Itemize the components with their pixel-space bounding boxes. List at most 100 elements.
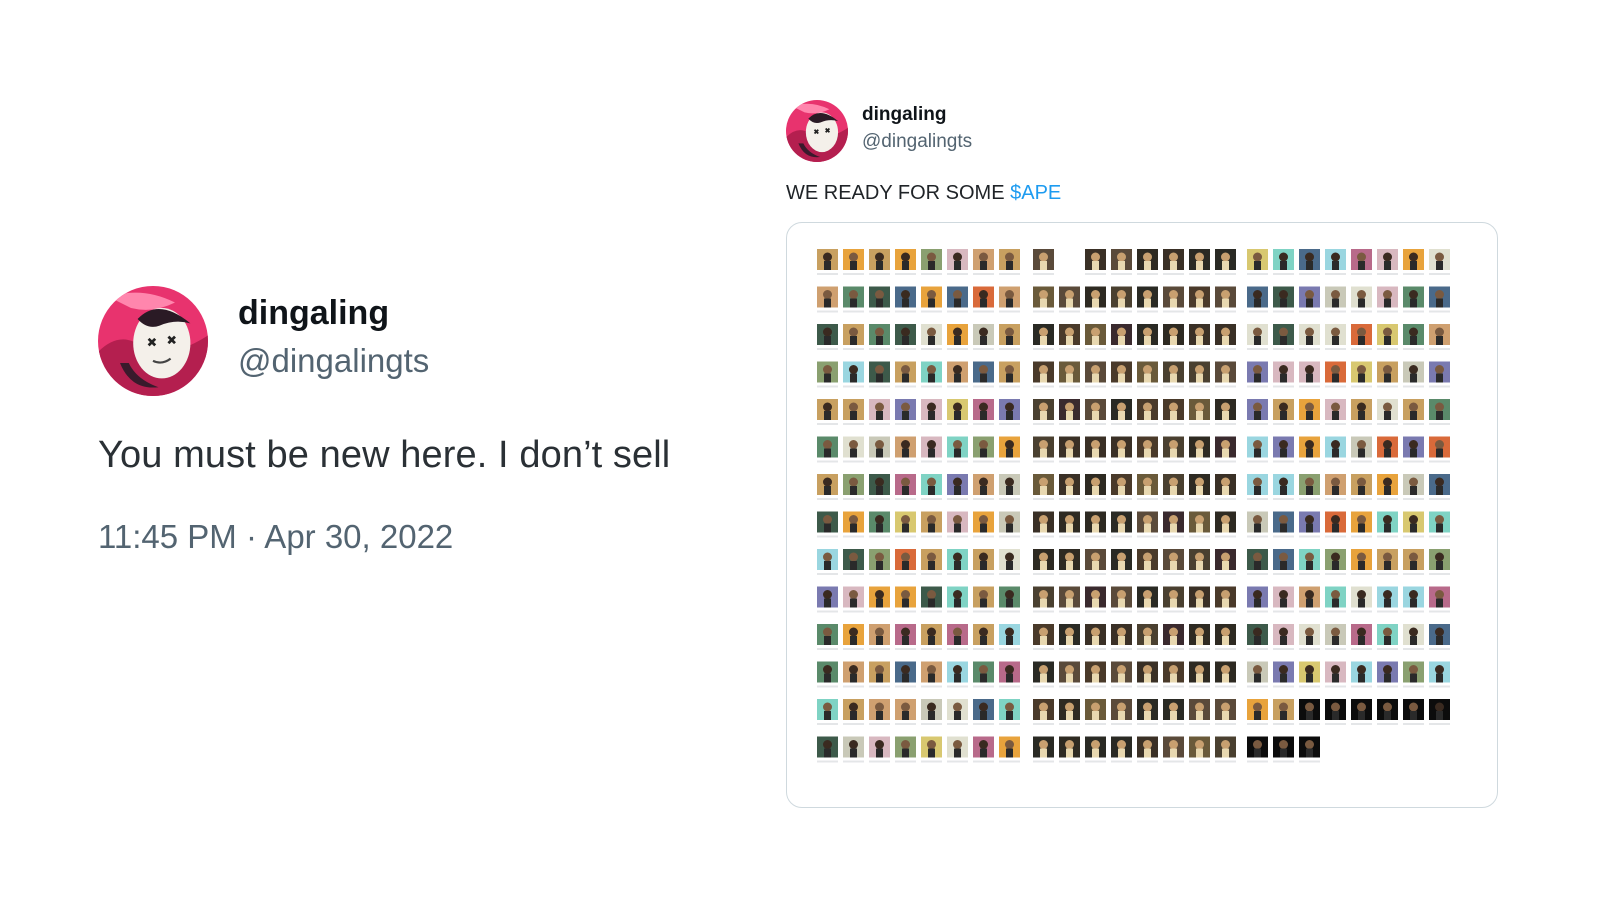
- ape-head: [875, 552, 884, 562]
- cashtag-link[interactable]: $APE: [1010, 182, 1061, 204]
- ape-head: [875, 665, 884, 674]
- nft-caption-line: [895, 385, 916, 388]
- nft-caption-line: [1325, 310, 1346, 313]
- ape-body: [850, 261, 857, 270]
- nft-caption-line: [1351, 385, 1372, 388]
- ape-head: [1005, 590, 1014, 599]
- nft-caption-line: [843, 423, 864, 425]
- ape-head: [1279, 515, 1288, 524]
- ape-body: [902, 748, 909, 758]
- ape-head: [927, 552, 936, 562]
- ape-head: [1091, 365, 1100, 374]
- ape-body: [1144, 523, 1151, 533]
- ape-head: [979, 252, 988, 262]
- ape-head: [1435, 477, 1444, 487]
- ape-body: [1410, 598, 1417, 608]
- ape-body: [1066, 448, 1073, 458]
- ape-body: [1254, 298, 1261, 308]
- ape-body: [1254, 411, 1261, 420]
- ape-body: [954, 261, 961, 270]
- nft-caption-line: [869, 498, 890, 500]
- ape-body: [1280, 298, 1287, 308]
- nft-caption-line: [1189, 535, 1210, 538]
- nft-caption-line: [921, 685, 942, 688]
- nft-caption-line: [1215, 760, 1236, 763]
- ape-head: [1357, 665, 1366, 674]
- ape-body: [1118, 598, 1125, 608]
- nft-caption-line: [1059, 348, 1080, 350]
- nft-caption-line: [1163, 610, 1184, 613]
- ape-body: [1144, 448, 1151, 458]
- ape-body: [1306, 486, 1313, 495]
- ape-head: [1221, 440, 1230, 449]
- ape-body: [1040, 411, 1047, 420]
- nft-caption-line: [1085, 648, 1106, 650]
- ape-head: [1331, 365, 1340, 374]
- ape-head: [1383, 590, 1392, 599]
- pfp-avatar-icon[interactable]: [786, 100, 848, 162]
- nft-caption-line: [973, 348, 994, 350]
- ape-head: [1409, 402, 1418, 412]
- display-name[interactable]: dingaling: [238, 294, 389, 333]
- ape-body: [1196, 261, 1203, 270]
- ape-head: [901, 740, 910, 749]
- nft-caption-line: [973, 460, 994, 463]
- nft-caption-line: [843, 385, 864, 388]
- nft-caption-line: [1163, 760, 1184, 763]
- nft-caption-line: [817, 685, 838, 688]
- ape-head: [1117, 702, 1126, 712]
- nft-caption-line: [1059, 760, 1080, 763]
- ape-body: [1066, 523, 1073, 533]
- ape-head: [901, 515, 910, 524]
- nft-caption-line: [1351, 273, 1372, 275]
- user-handle[interactable]: @dingalingts: [862, 131, 972, 153]
- nft-caption-line: [973, 610, 994, 613]
- ape-head: [1091, 290, 1100, 299]
- ape-head: [1435, 252, 1444, 262]
- nft-caption-line: [817, 273, 838, 275]
- nft-caption-line: [1299, 723, 1320, 725]
- display-name[interactable]: dingaling: [862, 104, 946, 126]
- ape-body: [954, 486, 961, 495]
- ape-head: [1305, 740, 1314, 749]
- ape-body: [1092, 748, 1099, 758]
- ape-body: [876, 561, 883, 570]
- nft-caption-line: [843, 648, 864, 650]
- ape-body: [1222, 523, 1229, 533]
- nft-caption-line: [999, 685, 1020, 688]
- ape-head: [1091, 552, 1100, 562]
- ape-head: [1169, 552, 1178, 562]
- ape-body: [902, 373, 909, 383]
- ape-body: [1384, 298, 1391, 308]
- ape-body: [1196, 373, 1203, 383]
- ape-head: [1117, 740, 1126, 749]
- nft-caption-line: [947, 273, 968, 275]
- user-handle[interactable]: @dingalingts: [238, 342, 429, 380]
- ape-head: [823, 402, 832, 412]
- ape-head: [1195, 552, 1204, 562]
- ape-head: [953, 440, 962, 449]
- ape-head: [1005, 440, 1014, 449]
- pfp-avatar-icon[interactable]: [98, 286, 208, 396]
- nft-caption-line: [999, 460, 1020, 463]
- ape-body: [980, 673, 987, 683]
- ape-head: [1279, 665, 1288, 674]
- ape-head: [1331, 327, 1340, 337]
- ape-body: [1040, 711, 1047, 720]
- ape-head: [1305, 515, 1314, 524]
- ape-head: [1409, 515, 1418, 524]
- ape-head: [901, 665, 910, 674]
- nft-caption-line: [1085, 610, 1106, 613]
- ape-body: [1254, 561, 1261, 570]
- nft-caption-line: [921, 273, 942, 275]
- ape-head: [1039, 252, 1048, 262]
- nft-caption-line: [1273, 385, 1294, 388]
- tweet-timestamp[interactable]: 11:45 PM · Apr 30, 2022: [98, 518, 453, 556]
- ape-body: [1196, 411, 1203, 420]
- nft-caption-line: [817, 460, 838, 463]
- ape-head: [953, 327, 962, 337]
- ape-body: [1410, 561, 1417, 570]
- nft-caption-line: [895, 460, 916, 463]
- ape-head: [1221, 627, 1230, 637]
- tweet-media[interactable]: [786, 222, 1498, 808]
